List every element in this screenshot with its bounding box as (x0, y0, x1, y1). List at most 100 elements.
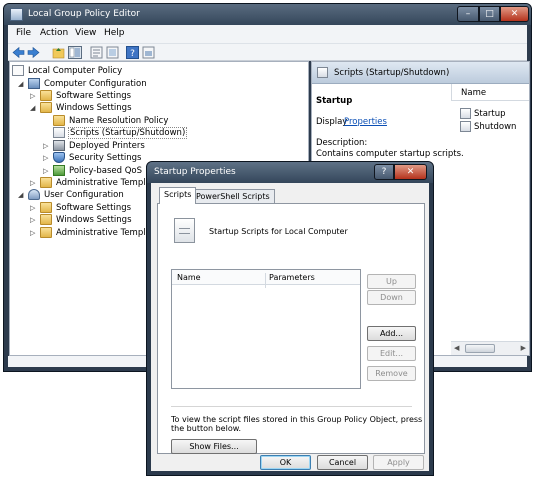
shield-icon (53, 152, 65, 163)
list-column-header-name[interactable]: Name (451, 84, 529, 101)
filter-icon[interactable] (142, 46, 155, 59)
properties-icon[interactable] (90, 46, 103, 59)
up-button[interactable]: Up (367, 274, 416, 289)
back-arrow-icon[interactable] (12, 46, 25, 59)
menu-help[interactable]: Help (104, 28, 125, 38)
export-list-icon[interactable] (106, 46, 119, 59)
folder-icon (40, 214, 52, 225)
tree-item-label: Local Computer Policy (28, 66, 123, 76)
apply-button[interactable]: Apply (373, 455, 424, 470)
computer-policy-icon (12, 65, 24, 76)
column-name[interactable]: Name (177, 273, 201, 282)
tree-item-label: Windows Settings (56, 103, 132, 113)
column-parameters[interactable]: Parameters (269, 273, 315, 282)
expand-arrow-icon[interactable]: ▷ (30, 229, 38, 237)
scroll-left-icon[interactable]: ◀ (454, 344, 459, 352)
tree-item-label: Windows Settings (56, 215, 132, 225)
help-icon[interactable]: ? (126, 46, 139, 59)
expand-arrow-icon[interactable]: ▷ (30, 179, 38, 187)
description-label: Description: (316, 138, 368, 148)
tree-item-label: Policy-based QoS (69, 166, 143, 176)
tab-powershell-scripts[interactable]: PowerShell Scripts (191, 189, 275, 203)
scroll-right-icon[interactable]: ▶ (521, 344, 526, 352)
expand-arrow-icon[interactable]: ▷ (43, 154, 51, 162)
menu-view[interactable]: View (75, 28, 96, 38)
menu-file[interactable]: File (16, 28, 31, 38)
forward-arrow-icon[interactable] (27, 46, 40, 59)
title-bar[interactable]: Local Group Policy Editor – □ ✕ (4, 4, 531, 25)
tree-item-label: Security Settings (69, 153, 142, 163)
tree-item-label: Name Resolution Policy (69, 116, 169, 126)
add-button[interactable]: Add... (367, 326, 416, 341)
folder-icon (53, 115, 65, 126)
tab-scripts[interactable]: Scripts (159, 187, 197, 204)
info-text-line-1: To view the script files stored in this … (171, 415, 423, 424)
display-label: Display (316, 117, 348, 127)
edit-button[interactable]: Edit... (367, 346, 416, 361)
down-button[interactable]: Down (367, 290, 416, 305)
help-button[interactable]: ? (374, 164, 394, 180)
up-folder-icon[interactable] (52, 46, 65, 59)
expand-arrow-icon[interactable]: ▷ (30, 216, 38, 224)
separator (171, 406, 412, 407)
collapse-arrow-icon[interactable]: ◢ (30, 104, 38, 112)
scripts-list[interactable]: Name Parameters (171, 269, 361, 389)
tree-item-label: Scripts (Startup/Shutdown) (68, 127, 188, 139)
dialog-title-bar[interactable]: Startup Properties ? ✕ (147, 162, 433, 183)
ok-button[interactable]: OK (260, 455, 311, 470)
scripts-list-header: Name Parameters (172, 270, 360, 288)
folder-icon (40, 177, 52, 188)
folder-icon (40, 90, 52, 101)
printer-icon (53, 140, 65, 151)
remove-button[interactable]: Remove (367, 366, 416, 381)
tree-item-label: Software Settings (56, 91, 132, 101)
computer-icon (28, 78, 40, 89)
scripts-heading: Startup Scripts for Local Computer (209, 227, 348, 236)
details-header: Scripts (Startup/Shutdown) (312, 62, 529, 84)
scripts-tab-panel: Startup Scripts for Local Computer Name … (157, 203, 425, 454)
user-icon (28, 189, 40, 200)
properties-link[interactable]: Properties (344, 117, 387, 127)
close-button[interactable]: ✕ (500, 6, 529, 22)
list-item-label: Startup (474, 109, 506, 119)
folder-icon (40, 202, 52, 213)
qos-chart-icon (53, 165, 65, 176)
collapse-arrow-icon[interactable]: ◢ (18, 191, 26, 199)
window-title: Local Group Policy Editor (28, 9, 140, 19)
show-files-button[interactable]: Show Files... (171, 439, 257, 454)
toolbar: ? (8, 43, 527, 61)
dialog-close-button[interactable]: ✕ (394, 164, 427, 180)
show-hide-tree-icon[interactable] (68, 46, 82, 59)
expand-arrow-icon[interactable]: ▷ (43, 142, 51, 150)
scroll-thumb[interactable] (465, 344, 495, 353)
info-text-line-2: the button below. (171, 424, 242, 433)
details-header-title: Scripts (Startup/Shutdown) (334, 68, 450, 78)
svg-text:?: ? (130, 49, 135, 59)
tree-item-label: Software Settings (56, 203, 132, 213)
horizontal-scrollbar[interactable]: ◀ ▶ (451, 341, 529, 355)
expand-arrow-icon[interactable]: ▷ (30, 92, 38, 100)
menu-bar: File Action View Help (8, 25, 527, 43)
details-heading: Startup (316, 96, 353, 106)
script-icon (317, 67, 328, 78)
menu-action[interactable]: Action (40, 28, 68, 38)
minimize-button[interactable]: – (457, 6, 479, 22)
list-item-label: Shutdown (474, 122, 517, 132)
folder-icon (40, 102, 52, 113)
dialog-body: Scripts PowerShell Scripts Startup Scrip… (151, 183, 429, 471)
app-icon (10, 8, 23, 21)
script-icon (460, 108, 471, 119)
tree-item-label: User Configuration (44, 190, 124, 200)
expand-arrow-icon[interactable]: ▷ (43, 167, 51, 175)
folder-icon (40, 227, 52, 238)
tree-item-label: Computer Configuration (44, 79, 147, 89)
startup-properties-dialog: Startup Properties ? ✕ Scripts PowerShel… (146, 161, 434, 476)
maximize-button[interactable]: □ (479, 6, 500, 22)
tree-item-label: Deployed Printers (69, 141, 145, 151)
expand-arrow-icon[interactable]: ▷ (30, 204, 38, 212)
script-icon (460, 121, 471, 132)
cancel-button[interactable]: Cancel (317, 455, 368, 470)
collapse-arrow-icon[interactable]: ◢ (18, 80, 26, 88)
column-divider[interactable] (265, 273, 266, 288)
script-icon (53, 127, 65, 138)
